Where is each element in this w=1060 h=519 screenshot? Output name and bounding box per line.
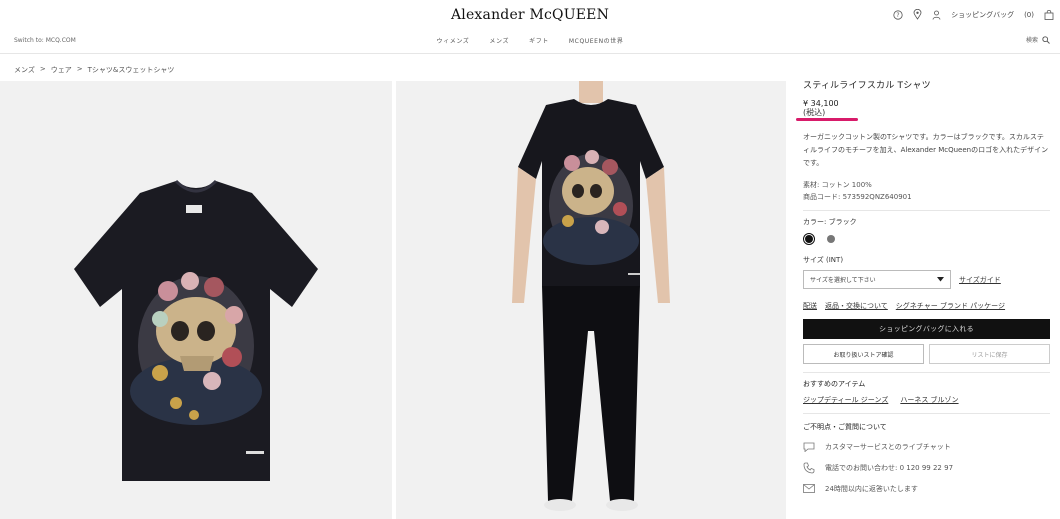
main-nav: ウィメンズ メンズ ギフト MCQUEENの世界 [0,36,1060,45]
mail-icon [803,484,815,493]
header-utilities: ? ショッピングバッグ (0) [893,9,1054,20]
product-description: オーガニックコットン製のTシャツです。カラーはブラックです。スカルスティルライフ… [803,133,1049,167]
breadcrumb: メンズ > ウェア > Tシャツ&スウェットシャツ [14,65,174,75]
nav-item-world[interactable]: MCQUEENの世界 [569,36,624,45]
recommended-items: ジップデティール ジーンズ ハーネス ブルゾン [803,395,1050,405]
add-to-bag-button[interactable]: ショッピングバッグに入れる [803,319,1050,339]
info-links: 配送 返品・交換について シグネチャー ブランド パッケージ [803,301,1050,311]
phone-item[interactable]: 電話でのお問い合わせ: 0 120 99 22 97 [803,457,1050,478]
header-divider [0,53,1060,54]
divider [803,372,1050,373]
divider [803,413,1050,414]
returns-link[interactable]: 返品・交換について [825,301,888,311]
product-image-model[interactable] [396,81,786,519]
price-highlight-underline [796,118,858,121]
breadcrumb-separator: > [39,65,46,73]
product-code: 商品コード: 573592QNZ640901 [803,193,912,201]
store-availability-button[interactable]: お取り扱いストア確認 [803,344,924,364]
model-illustration [512,81,670,511]
tshirt-illustration [74,179,318,481]
bag-label[interactable]: ショッピングバッグ [951,10,1014,20]
color-label: カラー: ブラック [803,218,857,226]
search-icon[interactable] [1042,35,1050,44]
divider [803,210,1050,211]
live-chat-text[interactable]: カスタマーサービスとのライブチャット [825,442,951,452]
product-image-front[interactable] [0,81,392,519]
save-to-list-button[interactable]: リストに保存 [929,344,1050,364]
bag-icon[interactable] [1044,9,1054,20]
color-swatch-black[interactable] [803,233,815,245]
breadcrumb-mens[interactable]: メンズ [14,65,35,75]
email-text[interactable]: 24時間以内に返答いたします [825,484,918,494]
recommended-item-jeans[interactable]: ジップデティール ジーンズ [803,395,888,405]
product-price: ¥ 34,100 [803,99,839,108]
size-guide-link[interactable]: サイズガイド [959,275,1001,285]
search-control[interactable]: 検索 [1026,35,1050,44]
packaging-link[interactable]: シグネチャー ブランド パッケージ [896,301,1005,311]
breadcrumb-tshirts[interactable]: Tシャツ&スウェットシャツ [88,65,175,75]
help-title: ご不明点・ご質問について [803,423,887,431]
email-item[interactable]: 24時間以内に返答いたします [803,478,1050,499]
product-title: スティルライフスカル Tシャツ [803,81,931,91]
nav-item-mens[interactable]: メンズ [489,36,509,45]
bag-count: (0) [1024,10,1034,19]
color-swatches [803,233,1050,245]
help-icon[interactable]: ? [893,9,903,20]
recommended-title: おすすめのアイテム [803,380,866,388]
search-label[interactable]: 検索 [1026,35,1038,44]
caret-down-icon [937,277,944,282]
delivery-link[interactable]: 配送 [803,301,817,311]
breadcrumb-separator: > [76,65,83,73]
product-material: 素材: コットン 100% [803,181,872,189]
breadcrumb-wear[interactable]: ウェア [51,65,72,75]
live-chat-item[interactable]: カスタマーサービスとのライブチャット [803,436,1050,457]
product-details: スティルライフスカル Tシャツ ¥ 34,100 (税込) オーガニックコットン… [796,78,1050,499]
size-select[interactable]: サイズを選択して下さい [803,270,951,289]
size-label: サイズ (INT) [803,256,844,264]
nav-item-womens[interactable]: ウィメンズ [437,36,470,45]
tax-note: (税込) [803,108,826,117]
color-swatch-grey[interactable] [827,235,835,243]
location-pin-icon[interactable] [913,9,922,20]
size-select-placeholder: サイズを選択して下さい [810,277,876,284]
phone-text[interactable]: 電話でのお問い合わせ: 0 120 99 22 97 [825,463,953,473]
svg-text:?: ? [896,12,899,19]
recommended-item-blouson[interactable]: ハーネス ブルゾン [900,395,958,405]
nav-item-gifts[interactable]: ギフト [529,36,549,45]
chat-icon [803,442,815,452]
phone-icon [803,462,815,473]
user-icon[interactable] [932,10,941,20]
tshirt-neck-label [186,205,202,213]
